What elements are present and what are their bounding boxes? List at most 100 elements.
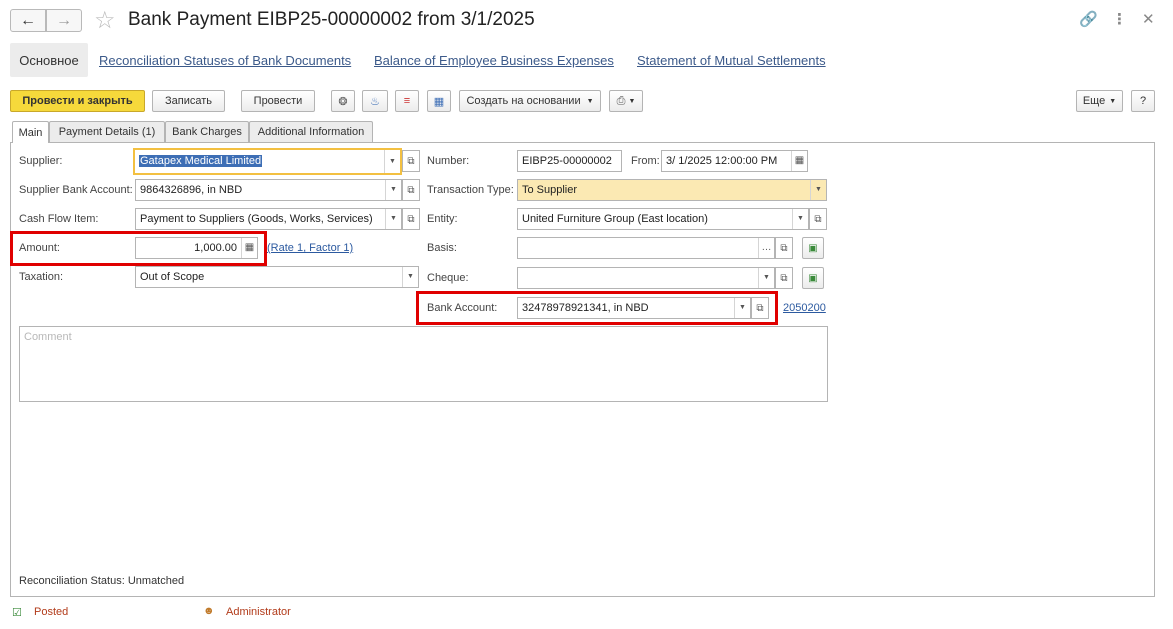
bank-account-code-link[interactable]: 2050200 <box>783 302 826 314</box>
comment-field[interactable]: Comment <box>19 326 828 402</box>
chevron-down-icon[interactable]: ▼ <box>385 209 401 229</box>
number-label: Number: <box>427 155 470 167</box>
ellipsis-icon[interactable]: … <box>758 238 774 258</box>
section-link-employee-expenses[interactable]: Balance of Employee Business Expenses <box>374 53 614 68</box>
user-icon: ☻ <box>203 605 215 617</box>
bell-icon: ♨ <box>370 95 380 108</box>
tab-main[interactable]: Main <box>12 121 49 143</box>
chevron-down-icon: ▼ <box>628 97 636 105</box>
open-icon: ⧉ <box>814 213 822 225</box>
structure-button[interactable]: ▦ <box>427 90 451 112</box>
cash-flow-item-value: Payment to Suppliers (Goods, Works, Serv… <box>140 213 373 225</box>
bank-account-open-button[interactable]: ⧉ <box>751 297 769 319</box>
more-icon[interactable]: ⋮ <box>1112 10 1127 28</box>
chevron-down-icon[interactable]: ▼ <box>792 209 808 229</box>
from-date-field[interactable]: 3/ 1/2025 12:00:00 PM ▦ <box>661 150 808 172</box>
cheque-create-button[interactable]: ▣ <box>802 267 824 289</box>
post-button[interactable]: Провести <box>241 90 315 112</box>
calendar-icon[interactable]: ▦ <box>791 151 807 171</box>
create-based-on-label: Создать на основании <box>466 95 581 107</box>
bank-account-value: 32478978921341, in NBD <box>522 302 649 314</box>
print-button[interactable]: ⎙ ▼ <box>609 90 643 112</box>
paperclip-icon: ❂ <box>338 95 348 108</box>
transaction-type-label: Transaction Type: <box>427 184 514 196</box>
open-icon: ⧉ <box>407 184 415 196</box>
section-link-reconciliation[interactable]: Reconciliation Statuses of Bank Document… <box>99 53 351 68</box>
help-button[interactable]: ? <box>1131 90 1155 112</box>
section-link-mutual-settlements[interactable]: Statement of Mutual Settlements <box>637 53 826 68</box>
journal-entries-icon: ≡ <box>403 95 411 107</box>
supplier-bank-account-field[interactable]: 9864326896, in NBD ▼ <box>135 179 402 201</box>
attach-button[interactable]: ❂ <box>331 90 355 112</box>
taxation-label: Taxation: <box>19 271 64 283</box>
bank-account-field[interactable]: 32478978921341, in NBD ▼ <box>517 297 751 319</box>
calculator-icon[interactable]: ▦ <box>241 238 257 258</box>
supplier-bank-account-value: 9864326896, in NBD <box>140 184 243 196</box>
cash-flow-item-label: Cash Flow Item: <box>19 213 99 225</box>
basis-field[interactable]: … <box>517 237 775 259</box>
reconciliation-status: Reconciliation Status: Unmatched <box>19 575 184 587</box>
supplier-open-button[interactable]: ⧉ <box>402 150 420 172</box>
post-and-close-button[interactable]: Провести и закрыть <box>10 90 145 112</box>
number-field[interactable]: EIBP25-00000002 <box>517 150 622 172</box>
cheque-open-button[interactable]: ⧉ <box>775 267 793 289</box>
entity-field[interactable]: United Furniture Group (East location) ▼ <box>517 208 809 230</box>
more-button[interactable]: Еще ▼ <box>1076 90 1123 112</box>
comment-placeholder: Comment <box>24 331 72 343</box>
supplier-value: Gatapex Medical Limited <box>139 155 263 167</box>
chevron-down-icon[interactable]: ▼ <box>402 267 418 287</box>
printer-icon: ⎙ <box>616 94 626 107</box>
reconciliation-status-label: Reconciliation Status: <box>19 575 125 587</box>
back-button[interactable]: ← <box>10 9 46 32</box>
bank-account-label: Bank Account: <box>427 302 498 314</box>
chevron-down-icon: ▼ <box>1109 97 1117 105</box>
basis-create-button[interactable]: ▣ <box>802 237 824 259</box>
taxation-field[interactable]: Out of Scope ▼ <box>135 266 419 288</box>
tab-additional-information[interactable]: Additional Information <box>249 121 373 142</box>
close-icon[interactable]: ✕ <box>1142 10 1155 28</box>
cheque-field[interactable]: ▼ <box>517 267 775 289</box>
open-icon: ⧉ <box>756 302 764 314</box>
reconciliation-status-value: Unmatched <box>127 575 185 587</box>
from-label: From: <box>631 155 660 167</box>
transaction-type-field[interactable]: To Supplier ▼ <box>517 179 827 201</box>
chevron-down-icon[interactable]: ▼ <box>810 180 826 200</box>
star-icon[interactable]: ☆ <box>94 6 116 35</box>
open-icon: ⧉ <box>780 242 788 254</box>
amount-field[interactable]: 1,000.00 ▦ <box>135 237 258 259</box>
page-title: Bank Payment EIBP25-00000002 from 3/1/20… <box>128 9 535 30</box>
notify-button[interactable]: ♨ <box>362 90 388 112</box>
chevron-down-icon[interactable]: ▼ <box>734 298 750 318</box>
posted-icon: ☑ <box>12 607 22 619</box>
open-icon: ⧉ <box>780 272 788 284</box>
link-icon[interactable]: 🔗 <box>1079 10 1098 28</box>
amount-value: 1,000.00 <box>194 242 237 254</box>
section-main[interactable]: Основное <box>10 43 88 77</box>
create-document-icon: ▣ <box>808 242 818 254</box>
back-arrow-icon: ← <box>20 11 36 29</box>
from-date-value: 3/ 1/2025 12:00:00 PM <box>666 155 778 167</box>
chevron-down-icon[interactable]: ▼ <box>385 180 401 200</box>
tab-payment-details[interactable]: Payment Details (1) <box>49 121 165 142</box>
forward-button[interactable]: → <box>46 9 82 32</box>
create-based-on-button[interactable]: Создать на основании ▼ <box>459 90 601 112</box>
taxation-value: Out of Scope <box>140 271 205 283</box>
save-button[interactable]: Записать <box>152 90 225 112</box>
journal-button[interactable]: ≡ <box>395 90 419 112</box>
chevron-down-icon[interactable]: ▼ <box>384 150 400 173</box>
posted-status: Posted <box>34 606 69 618</box>
amount-label: Amount: <box>19 242 60 254</box>
cash-flow-item-field[interactable]: Payment to Suppliers (Goods, Works, Serv… <box>135 208 402 230</box>
supplier-field[interactable]: Gatapex Medical Limited ▼ <box>133 148 402 175</box>
tab-bank-charges[interactable]: Bank Charges <box>165 121 249 142</box>
supplier-bank-account-open-button[interactable]: ⧉ <box>402 179 420 201</box>
basis-label: Basis: <box>427 242 457 254</box>
entity-open-button[interactable]: ⧉ <box>809 208 827 230</box>
basis-open-button[interactable]: ⧉ <box>775 237 793 259</box>
supplier-bank-account-label: Supplier Bank Account: <box>19 184 133 196</box>
user-name: Administrator <box>226 606 291 618</box>
chevron-down-icon[interactable]: ▼ <box>758 268 774 288</box>
rate-factor-link[interactable]: (Rate 1, Factor 1) <box>267 242 353 254</box>
cash-flow-item-open-button[interactable]: ⧉ <box>402 208 420 230</box>
open-icon: ⧉ <box>407 155 415 167</box>
